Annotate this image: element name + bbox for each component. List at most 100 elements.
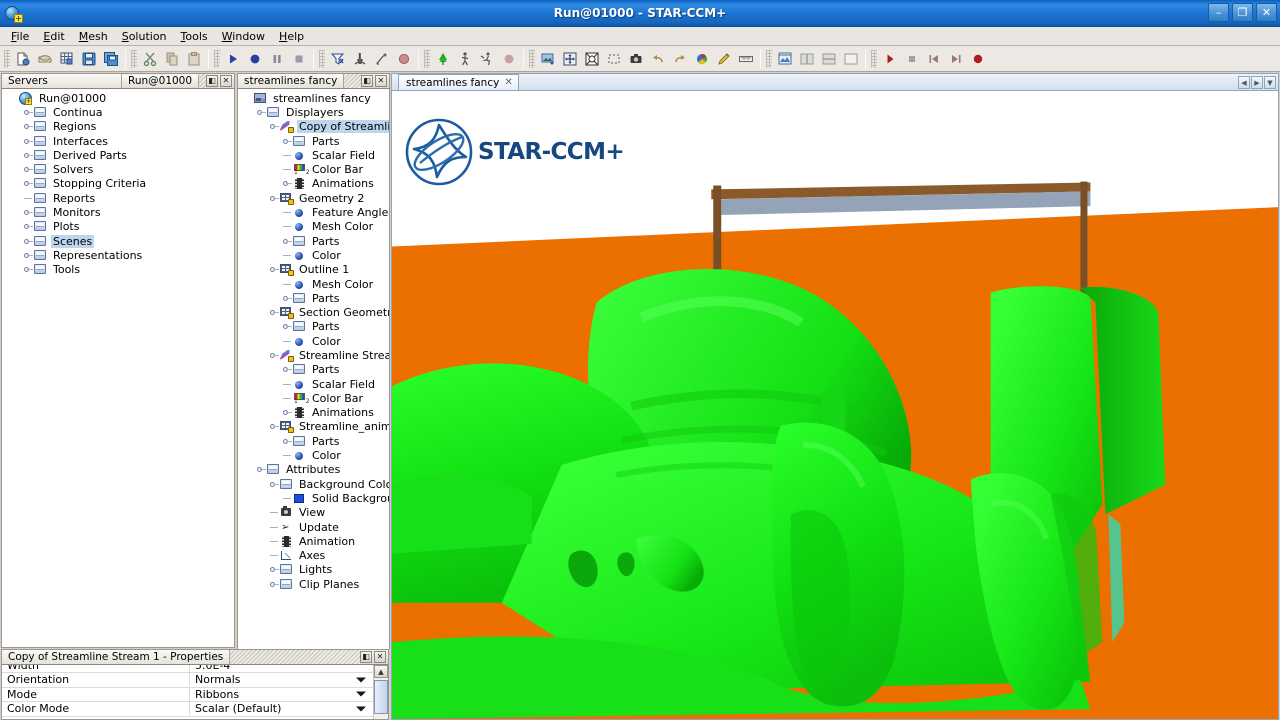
split-vertical-icon[interactable] [818, 48, 840, 70]
walk-icon[interactable] [454, 48, 476, 70]
tree-item-reports[interactable]: Reports [2, 191, 234, 205]
menu-file[interactable]: FFileile [4, 28, 36, 45]
collapse-toggle-icon[interactable] [253, 463, 266, 476]
open-simulation-icon[interactable] [34, 48, 56, 70]
colorbar-icon[interactable] [691, 48, 713, 70]
tree-item-parts[interactable]: Parts [238, 363, 389, 377]
properties-drag-area[interactable] [230, 650, 360, 664]
chevron-down-icon[interactable] [356, 691, 366, 697]
tree-item-interfaces[interactable]: Interfaces [2, 134, 234, 148]
run-figure-icon[interactable] [476, 48, 498, 70]
expand-toggle-icon[interactable] [20, 235, 33, 248]
expand-toggle-icon[interactable] [20, 249, 33, 262]
close-icon[interactable]: ✕ [504, 77, 512, 88]
tree-item-background-color[interactable]: Background Color [238, 477, 389, 491]
stop-icon[interactable] [288, 48, 310, 70]
tab-next-button[interactable]: ▶ [1251, 76, 1263, 89]
tree-item-mesh-color[interactable]: Mesh Color [238, 277, 389, 291]
expand-toggle-icon[interactable] [20, 177, 33, 190]
tree-item-animation[interactable]: Animation [238, 534, 389, 548]
stop-animation-icon[interactable] [901, 48, 923, 70]
scene-tree-close-button[interactable]: ✕ [375, 75, 387, 87]
redo-icon[interactable] [669, 48, 691, 70]
tree-item-run-01000[interactable]: + Run@01000 [2, 91, 234, 105]
tree-item-parts[interactable]: Parts [238, 234, 389, 248]
property-row[interactable]: Orientation Normals [2, 673, 373, 688]
expand-toggle-icon[interactable] [279, 177, 292, 190]
ruler-icon[interactable] [735, 48, 757, 70]
tree-item-monitors[interactable]: Monitors [2, 205, 234, 219]
probe-icon[interactable] [713, 48, 735, 70]
close-button[interactable]: ✕ [1256, 3, 1277, 22]
tree-item-streamline-stream-1[interactable]: Streamline Stream 1 [238, 348, 389, 362]
expand-toggle-icon[interactable] [279, 363, 292, 376]
tree-item-displayers[interactable]: Displayers [238, 105, 389, 119]
tree-item-outline-1[interactable]: Outline 1 [238, 263, 389, 277]
menu-edit[interactable]: Edit [36, 28, 71, 45]
paste-icon[interactable] [183, 48, 205, 70]
expand-toggle-icon[interactable] [266, 578, 279, 591]
property-value[interactable]: Normals [190, 673, 373, 686]
tree-item-color-bar[interactable]: 1 2 Color Bar [238, 162, 389, 176]
scene-3d-viewport[interactable]: STAR-CCM+ [391, 91, 1279, 720]
explorer-close-button[interactable]: ✕ [220, 75, 232, 87]
properties-close-button[interactable]: ✕ [374, 651, 386, 663]
tree-item-mesh-color[interactable]: Mesh Color [238, 220, 389, 234]
tree-item-color[interactable]: Color [238, 248, 389, 262]
menu-help[interactable]: Help [272, 28, 311, 45]
generate-volume-mesh-icon[interactable] [327, 48, 349, 70]
properties-scroll-track[interactable] [374, 678, 388, 719]
simulation-tree[interactable]: + Run@01000 Continua Regions Interfaces Deriv… [1, 89, 235, 648]
rubber-band-zoom-icon[interactable] [603, 48, 625, 70]
toolbar-grip-layout[interactable] [766, 49, 772, 68]
expand-toggle-icon[interactable] [279, 235, 292, 248]
collapse-toggle-icon[interactable] [266, 306, 279, 319]
tree-item-streamlines-fancy[interactable]: streamlines fancy [238, 91, 389, 105]
tree-item-parts[interactable]: Parts [238, 320, 389, 334]
pause-icon[interactable] [266, 48, 288, 70]
tree-item-parts[interactable]: Parts [238, 134, 389, 148]
toolbar-grip-edit[interactable] [131, 49, 137, 68]
explorer-float-button[interactable]: ◧ [206, 75, 218, 87]
scene-tree-drag-area[interactable] [344, 74, 361, 88]
collapse-toggle-icon[interactable] [266, 192, 279, 205]
maximize-button[interactable]: ❐ [1232, 3, 1253, 22]
tab-run-01000[interactable]: Run@01000 [122, 75, 200, 87]
tab-prev-button[interactable]: ◀ [1238, 76, 1250, 89]
expand-toggle-icon[interactable] [266, 563, 279, 576]
surface-repair-icon[interactable] [371, 48, 393, 70]
step-back-icon[interactable] [923, 48, 945, 70]
expand-toggle-icon[interactable] [279, 435, 292, 448]
tree-item-geometry-2[interactable]: Geometry 2 [238, 191, 389, 205]
tree-item-plots[interactable]: Plots [2, 220, 234, 234]
tree-item-solid-background[interactable]: Solid Background [238, 491, 389, 505]
property-row[interactable]: Color Mode Scalar (Default) [2, 702, 373, 717]
expand-toggle-icon[interactable] [279, 135, 292, 148]
tree-item-section-geometry-1[interactable]: Section Geometry 1 [238, 305, 389, 320]
tree-item-attributes[interactable]: Attributes [238, 463, 389, 477]
tree-item-representations[interactable]: Representations [2, 248, 234, 262]
expand-toggle-icon[interactable] [20, 135, 33, 148]
expand-toggle-icon[interactable] [279, 320, 292, 333]
expand-toggle-icon[interactable] [20, 149, 33, 162]
collapse-toggle-icon[interactable] [266, 263, 279, 276]
new-simulation-icon[interactable] [12, 48, 34, 70]
tree-item-axes[interactable]: Axes [238, 549, 389, 563]
copy-icon[interactable] [161, 48, 183, 70]
step-icon[interactable] [244, 48, 266, 70]
panel-drag-area[interactable] [199, 74, 206, 88]
tree-item-tools[interactable]: Tools [2, 263, 234, 277]
toolbar-grip-scene[interactable] [529, 49, 535, 68]
record-icon[interactable] [498, 48, 520, 70]
expand-toggle-icon[interactable] [279, 292, 292, 305]
collapse-toggle-icon[interactable] [266, 120, 279, 133]
expand-toggle-icon[interactable] [20, 106, 33, 119]
tree-item-color[interactable]: Color [238, 448, 389, 462]
collapse-toggle-icon[interactable] [253, 106, 266, 119]
chevron-down-icon[interactable] [356, 706, 366, 712]
toolbar-grip-solution[interactable] [214, 49, 220, 68]
tree-item-continua[interactable]: Continua [2, 105, 234, 119]
expand-toggle-icon[interactable] [20, 206, 33, 219]
save-icon[interactable] [78, 48, 100, 70]
properties-float-button[interactable]: ◧ [360, 651, 372, 663]
